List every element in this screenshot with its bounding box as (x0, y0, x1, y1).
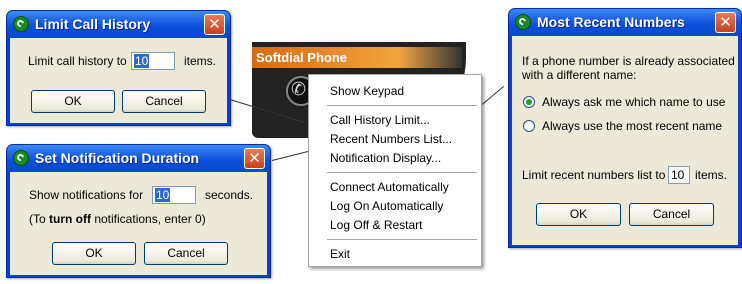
show-notifications-label: Show notifications for (29, 188, 144, 202)
connector-line (272, 150, 310, 161)
menu-item-connect-automatically[interactable]: Connect Automatically (330, 180, 449, 194)
menu-separator (327, 239, 477, 240)
menu-separator (327, 105, 477, 106)
recent-numbers-limit-input[interactable]: 10 (668, 166, 690, 184)
seconds-suffix-label: seconds. (205, 188, 254, 202)
menu-item-log-off-restart[interactable]: Log Off & Restart (330, 218, 423, 232)
radio-most-recent[interactable] (523, 120, 535, 132)
menu-item-call-history-limit[interactable]: Call History Limit... (330, 113, 430, 127)
menu-item-exit[interactable]: Exit (330, 247, 350, 261)
dialog-client-area: Limit call history to 10 items. OK Cance… (10, 38, 227, 123)
limit-call-history-label: Limit call history to (28, 54, 127, 68)
close-button[interactable]: ✕ (715, 12, 736, 33)
ok-button[interactable]: OK (52, 242, 136, 265)
dialog-title: Limit Call History (35, 16, 151, 32)
call-history-limit-value: 10 (134, 54, 150, 68)
context-menu: Show Keypad Call History Limit... Recent… (308, 74, 482, 267)
cancel-button[interactable]: Cancel (144, 242, 228, 265)
close-icon: ✕ (719, 13, 732, 31)
ok-button[interactable]: OK (31, 90, 115, 113)
option-always-ask-label[interactable]: Always ask me which name to use (542, 95, 725, 109)
dialog-title: Set Notification Duration (35, 150, 200, 166)
softdial-phone-icon (515, 14, 531, 30)
limit-recent-numbers-label: Limit recent numbers list to (522, 168, 666, 182)
notification-duration-value: 10 (155, 188, 171, 202)
turn-off-hint: (To turn off notifications, enter 0) (29, 212, 206, 226)
dialog-client-area: Show notifications for 10 seconds. (To t… (10, 172, 267, 275)
menu-item-recent-numbers-list[interactable]: Recent Numbers List... (330, 132, 452, 146)
dialog-titlebar[interactable]: Limit Call History ✕ (7, 11, 230, 38)
description-line-2: with a different name: (522, 68, 637, 82)
menu-item-notification-display[interactable]: Notification Display... (330, 151, 441, 165)
most-recent-numbers-dialog: Most Recent Numbers ✕ If a phone number … (508, 8, 742, 248)
ok-button[interactable]: OK (536, 203, 621, 226)
option-most-recent-label[interactable]: Always use the most recent name (542, 119, 722, 133)
description-line-1: If a phone number is already associated (522, 54, 735, 68)
hint-suffix: notifications, enter 0) (91, 212, 206, 226)
menu-item-log-on-automatically[interactable]: Log On Automatically (330, 199, 443, 213)
close-button[interactable]: ✕ (244, 148, 265, 169)
notification-duration-input[interactable]: 10 (152, 186, 196, 204)
close-icon: ✕ (248, 149, 261, 167)
items-suffix-label: items. (695, 168, 728, 182)
cancel-button[interactable]: Cancel (629, 203, 714, 226)
connector-line (482, 86, 505, 105)
hint-prefix: (To (29, 212, 50, 226)
phone-brand-label: Softdial Phone (252, 47, 462, 68)
dialog-title: Most Recent Numbers (537, 14, 685, 30)
call-history-limit-input[interactable]: 10 (131, 52, 175, 70)
hint-bold-text: turn off (49, 212, 91, 226)
close-button[interactable]: ✕ (204, 14, 225, 35)
softdial-phone-icon (13, 16, 29, 32)
recent-numbers-limit-value: 10 (671, 168, 685, 182)
items-suffix-label: items. (184, 54, 217, 68)
dialog-titlebar[interactable]: Set Notification Duration ✕ (7, 145, 270, 172)
dialog-titlebar[interactable]: Most Recent Numbers ✕ (509, 9, 741, 36)
softdial-phone-icon (13, 150, 29, 166)
menu-item-show-keypad[interactable]: Show Keypad (330, 84, 404, 98)
set-notification-duration-dialog: Set Notification Duration ✕ Show notific… (6, 144, 271, 278)
close-icon: ✕ (208, 15, 221, 33)
radio-always-ask[interactable] (523, 96, 535, 108)
cancel-button[interactable]: Cancel (122, 90, 206, 113)
limit-call-history-dialog: Limit Call History ✕ Limit call history … (6, 10, 231, 126)
dialog-client-area: If a phone number is already associated … (512, 36, 738, 245)
menu-separator (327, 172, 477, 173)
